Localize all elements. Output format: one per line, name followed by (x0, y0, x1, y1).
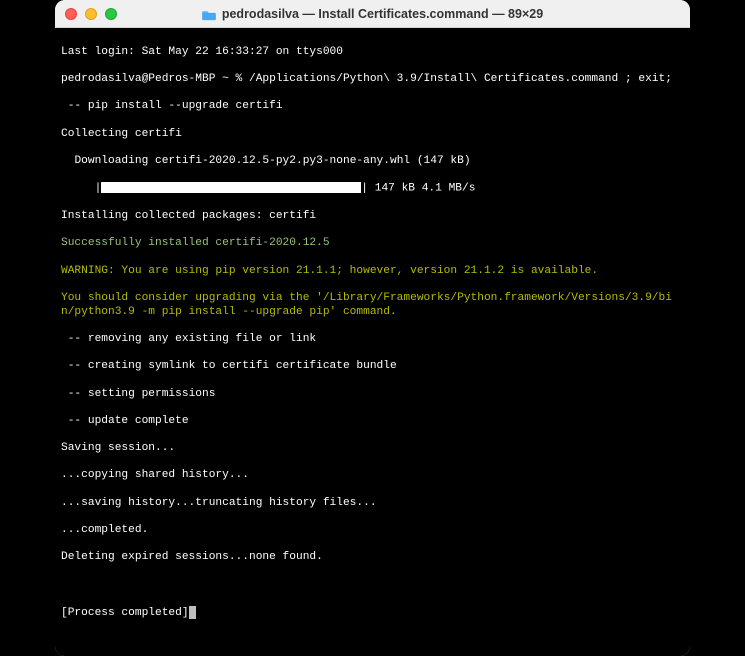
progress-bar (101, 182, 361, 193)
terminal-line: -- creating symlink to certifi certifica… (61, 360, 684, 374)
process-completed-text: [Process completed] (61, 607, 189, 619)
maximize-button[interactable] (105, 8, 117, 20)
titlebar[interactable]: pedrodasilva — Install Certificates.comm… (55, 0, 690, 28)
minimize-button[interactable] (85, 8, 97, 20)
traffic-lights (65, 8, 117, 20)
terminal-line-warning: WARNING: You are using pip version 21.1.… (61, 265, 684, 279)
terminal-line: -- pip install --upgrade certifi (61, 100, 684, 114)
terminal-line: -- removing any existing file or link (61, 333, 684, 347)
cursor (189, 606, 196, 619)
terminal-line: ...saving history...truncating history f… (61, 497, 684, 511)
close-button[interactable] (65, 8, 77, 20)
terminal-window: pedrodasilva — Install Certificates.comm… (55, 0, 690, 656)
terminal-line (61, 579, 684, 593)
terminal-line-warning: You should consider upgrading via the '/… (61, 292, 684, 319)
terminal-line: pedrodasilva@Pedros-MBP ~ % /Application… (61, 73, 684, 87)
terminal-line: Last login: Sat May 22 16:33:27 on ttys0… (61, 46, 684, 60)
terminal-line: -- setting permissions (61, 388, 684, 402)
terminal-line: ...completed. (61, 524, 684, 538)
terminal-line: Downloading certifi-2020.12.5-py2.py3-no… (61, 155, 684, 169)
terminal-process-line: [Process completed] (61, 606, 684, 621)
folder-icon (202, 8, 216, 20)
terminal-line: Installing collected packages: certifi (61, 210, 684, 224)
progress-suffix: | 147 kB 4.1 MB/s (361, 183, 475, 195)
terminal-line: Deleting expired sessions...none found. (61, 551, 684, 565)
terminal-line-success: Successfully installed certifi-2020.12.5 (61, 237, 684, 251)
window-title: pedrodasilva — Install Certificates.comm… (222, 7, 543, 21)
terminal-line: Saving session... (61, 442, 684, 456)
terminal-line: -- update complete (61, 415, 684, 429)
terminal-line: Collecting certifi (61, 128, 684, 142)
progress-prefix: | (61, 183, 101, 195)
terminal-progress-line: | | 147 kB 4.1 MB/s (61, 182, 684, 196)
terminal-body[interactable]: Last login: Sat May 22 16:33:27 on ttys0… (55, 28, 690, 656)
title-wrap: pedrodasilva — Install Certificates.comm… (55, 7, 690, 21)
terminal-line: ...copying shared history... (61, 469, 684, 483)
